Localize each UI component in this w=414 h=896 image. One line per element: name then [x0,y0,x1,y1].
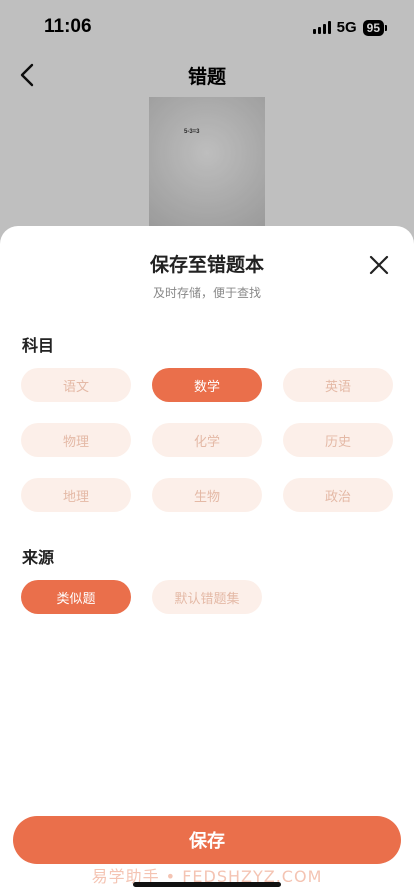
subject-chip-chemistry[interactable]: 化学 [152,423,262,457]
source-label: 来源 [22,548,55,567]
sheet-subtitle: 及时存储，便于查找 [152,286,261,300]
subject-chip-physics[interactable]: 物理 [21,423,131,457]
source-chip-similar[interactable]: 类似题 [21,580,131,614]
sheet-title: 保存至错题本 [149,254,264,276]
save-to-wrongbook-sheet: 保存至错题本 及时存储，便于查找 科目 语文 数学 英语 物理 化学 历史 地理… [0,226,414,896]
source-chip-default-set[interactable]: 默认错题集 [152,580,262,614]
subject-chip-chinese[interactable]: 语文 [21,368,131,402]
close-icon[interactable] [368,254,390,276]
subject-chip-biology[interactable]: 生物 [152,478,262,512]
home-indicator [133,882,281,887]
subject-chip-english[interactable]: 英语 [283,368,393,402]
subject-chip-geography[interactable]: 地理 [21,478,131,512]
subject-chip-math[interactable]: 数学 [152,368,262,402]
subject-label: 科目 [22,336,55,355]
subject-chip-politics[interactable]: 政治 [283,478,393,512]
subject-chip-history[interactable]: 历史 [283,423,393,457]
save-button[interactable]: 保存 [13,816,401,864]
